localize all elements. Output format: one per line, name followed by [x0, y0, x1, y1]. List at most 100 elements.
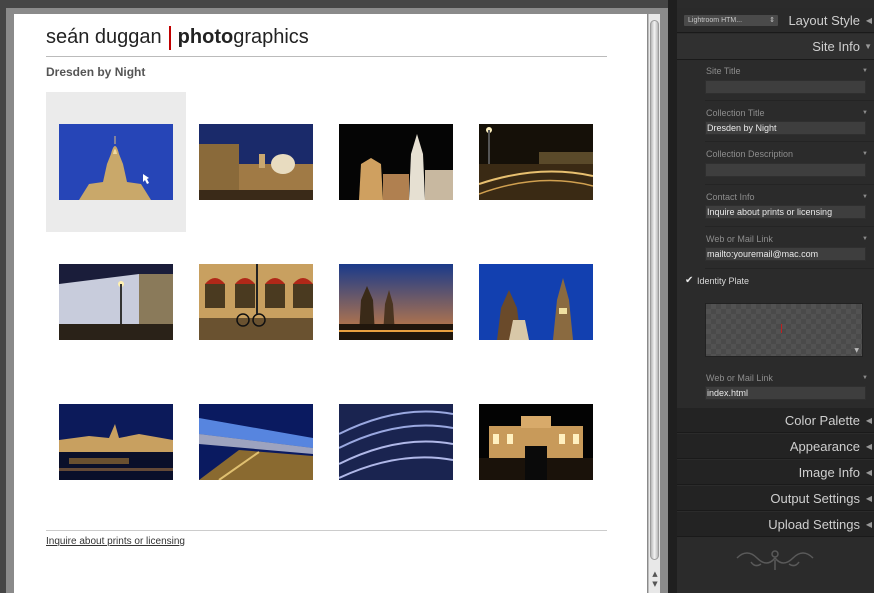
thumbnail-image[interactable] [479, 264, 593, 340]
lightroom-web-module: seán duggan photo graphics Dresden by Ni… [0, 0, 874, 593]
field-divider [705, 226, 874, 227]
preview-scrollbar[interactable]: ▲ ▼ [648, 14, 660, 593]
template-select[interactable]: Lightroom HTM... ⇕ [683, 14, 779, 27]
appearance-header[interactable]: Appearance ◀ [677, 434, 874, 459]
identity-plate-preview[interactable]: ▼ [705, 303, 863, 357]
thumbnail-image[interactable] [199, 124, 313, 200]
site-header: seán duggan photo graphics [46, 26, 309, 50]
thumbnail-image[interactable] [59, 404, 173, 480]
field-divider [705, 100, 874, 101]
triangle-down-icon: ▼ [862, 68, 868, 74]
thumbnail-image[interactable] [199, 404, 313, 480]
triangle-down-icon: ▼ [864, 42, 872, 51]
layout-style-label: Layout Style [788, 13, 860, 28]
thumbnail-image[interactable] [479, 124, 593, 200]
thumbnail-image[interactable] [339, 264, 453, 340]
site-title-label[interactable]: Site Title ▼ [705, 62, 874, 80]
web-gallery-preview: seán duggan photo graphics Dresden by Ni… [14, 14, 647, 593]
brand-name: seán duggan [46, 26, 162, 48]
identity-plate-label: Identity Plate [697, 276, 750, 286]
thumbnail-cell-10[interactable] [186, 372, 326, 512]
site-info-header[interactable]: Site Info ▼ [677, 34, 874, 60]
triangle-left-icon: ◀ [865, 520, 872, 529]
image-info-label: Image Info [798, 465, 860, 480]
collection-description-field[interactable] [705, 163, 866, 177]
triangle-left-icon: ◀ [865, 16, 872, 25]
contact-info-label[interactable]: Contact Info ▼ [705, 188, 874, 206]
triangle-down-icon: ▼ [862, 110, 868, 116]
text-cursor [781, 324, 782, 333]
panel-divider [668, 0, 677, 593]
upload-settings-label: Upload Settings [768, 517, 860, 532]
appearance-label: Appearance [789, 439, 860, 454]
color-palette-label: Color Palette [784, 413, 860, 428]
scrollbar-thumb[interactable] [650, 20, 659, 560]
triangle-down-icon[interactable]: ▼ [854, 347, 859, 354]
brand-photo: photo [177, 26, 234, 48]
triangle-left-icon: ◀ [865, 468, 872, 477]
contact-info-label-text: Contact Info [706, 192, 755, 202]
thumbnail-image[interactable] [199, 264, 313, 340]
thumbnail-cell-8[interactable] [466, 232, 606, 372]
checkmark-icon[interactable]: ✔ [685, 272, 695, 290]
web-mail-link-label[interactable]: Web or Mail Link ▼ [705, 230, 874, 248]
image-info-header[interactable]: Image Info ◀ [677, 460, 874, 485]
upload-settings-header[interactable]: Upload Settings ◀ [677, 512, 874, 537]
thumbnail-image[interactable] [339, 404, 453, 480]
thumbnail-cell-12[interactable] [466, 372, 606, 512]
thumbnail-cell-11[interactable] [326, 372, 466, 512]
color-palette-header[interactable]: Color Palette ◀ [677, 408, 874, 433]
collection-title-label-text: Collection Title [706, 108, 765, 118]
web-mail-link-label-2[interactable]: Web or Mail Link ▼ [705, 369, 874, 387]
site-info-label: Site Info [812, 39, 860, 54]
web-mail-link-label-2-text: Web or Mail Link [706, 373, 773, 383]
header-rule [46, 56, 607, 57]
thumbnail-grid [46, 92, 606, 512]
thumbnail-cell-1[interactable] [46, 92, 186, 232]
footer-rule [46, 530, 607, 531]
collection-title: Dresden by Night [46, 65, 146, 79]
right-panel: Lightroom HTM... ⇕ Layout Style ◀ Site I… [677, 0, 874, 593]
thumbnail-image[interactable] [59, 124, 173, 200]
output-settings-label: Output Settings [770, 491, 860, 506]
thumbnail-image[interactable] [479, 404, 593, 480]
site-title-label-text: Site Title [706, 66, 741, 76]
collection-description-label[interactable]: Collection Description ▼ [705, 145, 874, 163]
thumbnail-image[interactable] [59, 264, 173, 340]
triangle-down-icon: ▼ [862, 236, 868, 242]
thumbnail-image[interactable] [339, 124, 453, 200]
web-mail-link-field-2[interactable]: index.html [705, 386, 866, 400]
thumbnail-cell-7[interactable] [326, 232, 466, 372]
thumbnail-cell-5[interactable] [46, 232, 186, 372]
web-mail-link-label-text: Web or Mail Link [706, 234, 773, 244]
collection-title-label[interactable]: Collection Title ▼ [705, 104, 874, 122]
scroll-up-icon[interactable]: ▲ [650, 570, 660, 579]
identity-plate-toggle[interactable]: ✔ Identity Plate [685, 272, 874, 290]
collection-description-label-text: Collection Description [706, 149, 794, 159]
field-divider [705, 141, 874, 142]
field-divider [705, 268, 874, 269]
layout-style-header[interactable]: Lightroom HTM... ⇕ Layout Style ◀ [677, 8, 874, 33]
scroll-down-icon[interactable]: ▼ [650, 580, 660, 589]
thumbnail-cell-6[interactable] [186, 232, 326, 372]
updown-icon: ⇕ [769, 17, 775, 24]
field-divider [705, 184, 874, 185]
thumbnail-cell-3[interactable] [326, 92, 466, 232]
site-title-field[interactable] [705, 80, 866, 94]
triangle-left-icon: ◀ [865, 494, 872, 503]
thumbnail-cell-2[interactable] [186, 92, 326, 232]
triangle-left-icon: ◀ [865, 416, 872, 425]
panel-end-ornament-icon [677, 540, 874, 576]
thumbnail-cell-4[interactable] [466, 92, 606, 232]
triangle-down-icon: ▼ [862, 194, 868, 200]
collection-title-field[interactable]: Dresden by Night [705, 121, 866, 135]
brand-separator [168, 26, 171, 50]
output-settings-header[interactable]: Output Settings ◀ [677, 486, 874, 511]
thumbnail-cell-9[interactable] [46, 372, 186, 512]
brand-graphics: graphics [233, 26, 309, 48]
web-mail-link-field[interactable]: mailto:youremail@mac.com [705, 247, 866, 261]
contact-link[interactable]: Inquire about prints or licensing [46, 536, 185, 547]
contact-info-field[interactable]: Inquire about prints or licensing [705, 205, 866, 219]
template-select-value: Lightroom HTM... [688, 17, 743, 24]
triangle-left-icon: ◀ [865, 442, 872, 451]
